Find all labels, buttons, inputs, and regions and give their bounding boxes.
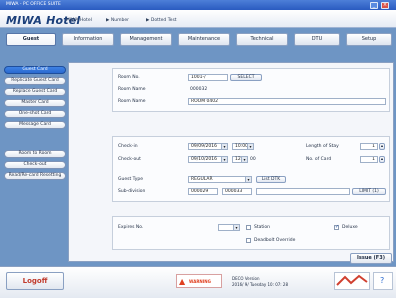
deluxe-checkbox[interactable]: ✓ [334,224,340,230]
chevron-down-icon: ▾ [241,157,247,162]
no-of-card-input[interactable]: 1 [360,156,378,163]
room-no-input[interactable]: 1001-/ [188,74,228,81]
length-of-stay-label: Length of Stay [306,144,339,149]
sidebar-item-one-shot-card[interactable]: One-shot Card [4,110,66,118]
brand-logo [334,272,370,290]
sidebar-item-guest-card[interactable]: Guest Card [4,66,66,74]
datetime-text: 2016/ 9/ Tuesday 10: 07: 28 [232,282,289,287]
subdivision-input-1[interactable]: 000029 [188,188,218,195]
chevron-down-icon: ▾ [245,177,251,182]
no-of-card-label: No. of Card [306,157,332,162]
room-select-button[interactable]: SELECT [230,74,262,81]
tab-dtu[interactable]: DTU [294,33,340,46]
limit-button[interactable]: LIMIT (1) [352,188,386,195]
minimize-icon[interactable]: _ [370,1,378,9]
deadbolt-override-checkbox[interactable] [246,238,251,243]
header-menu-item[interactable]: MIWA Hotel [66,18,92,23]
room-no-label: Room No. [118,75,140,80]
sidebar-item-read-reset[interactable]: Read/Re-card Resetting [4,172,66,180]
sidebar-item-room-to-room[interactable]: Room to Room [4,150,66,158]
checkout-date-value: 09/10/2016 [191,157,217,162]
room-name-value: 000032 [190,87,208,92]
guest-type-select[interactable]: REGULAR ▾ [188,176,252,183]
checkin-date-value: 09/09/2016 [191,144,217,149]
checkout-time-select[interactable]: 12 ▾ [232,156,248,163]
logoff-button[interactable]: Logoff [6,272,64,290]
sidebar-item-replicate-guest-card[interactable]: Replicate Guest Card [4,77,66,85]
deluxe-label: Deluxe [342,225,358,230]
tab-setup[interactable]: Setup [346,33,392,46]
help-icon: ? [380,276,385,285]
sidebar-item-message-card[interactable]: Message Card [4,121,66,129]
checkout-date-select[interactable]: 09/10/2016 ▾ [188,156,228,163]
subdivision-input-2[interactable]: 000033 [222,188,252,195]
expires-label: Expires No. [118,225,144,230]
warning-panel: ▲ WARNING [176,274,222,288]
checkout-unit: 00 [250,157,256,162]
window-title: MIWA - PC OFFICE SUITE [6,2,61,7]
checkin-date-select[interactable]: 09/09/2016 ▾ [188,143,228,150]
chevron-down-icon: ▾ [221,157,227,162]
deadbolt-override-label: Deadbolt Override [254,238,296,243]
tab-maintenance[interactable]: Maintenance [178,33,230,46]
tab-guest[interactable]: Guest [6,33,56,46]
warning-icon: ▲ [179,277,186,286]
subdivision-label: Sub-division [118,189,146,194]
checkin-label: Check-in [118,144,138,149]
station-label: Station [254,225,270,230]
room-name-input[interactable]: ROOM 0402 [188,98,386,105]
sidebar-item-replace-guest-card[interactable]: Replace Guest Card [4,88,66,96]
room-name2-label: Room Name [118,99,146,104]
chevron-down-icon: ▾ [233,225,239,230]
chevron-down-icon: ▾ [247,144,253,149]
guest-type-value: REGULAR [191,177,213,182]
station-checkbox[interactable] [246,225,251,230]
checkin-time-select[interactable]: 10:00 ▾ [232,143,254,150]
guest-type-list-button[interactable]: List DTK [256,176,286,183]
window-titlebar: MIWA - PC OFFICE SUITE [0,0,396,10]
header-menu-item[interactable]: ▶ Dotted Test [146,18,177,23]
card-stepper-icon[interactable]: ▴ [379,156,385,163]
options-section [112,216,390,250]
version-text: DECO Version [232,276,260,281]
chevron-down-icon: ▾ [221,144,227,149]
tab-technical[interactable]: Technical [236,33,288,46]
warning-label: WARNING [189,279,211,284]
checkout-time-value: 12 [235,157,241,162]
length-of-stay-input[interactable]: 1 [360,143,378,150]
guest-type-label: Guest Type [118,177,143,182]
check-icon: ✓ [335,224,340,230]
close-icon[interactable]: × [381,1,389,9]
subdivision-input-3[interactable] [256,188,350,195]
checkout-label: Check-out [118,157,141,162]
help-panel[interactable]: ? [373,272,393,290]
tab-management[interactable]: Management [120,33,172,46]
header-menu-item[interactable]: ▶ Number [106,18,129,23]
issue-button[interactable]: Issue (F3) [350,253,392,264]
expires-select[interactable]: ▾ [218,224,240,231]
length-stepper-icon[interactable]: ▴ [379,143,385,150]
room-name-label: Room Name [118,87,146,92]
tab-information[interactable]: Information [62,33,114,46]
brand-graphic [336,274,368,286]
sidebar-item-master-card[interactable]: Master Card [4,99,66,107]
sidebar-item-check-out[interactable]: Check-out [4,161,66,169]
